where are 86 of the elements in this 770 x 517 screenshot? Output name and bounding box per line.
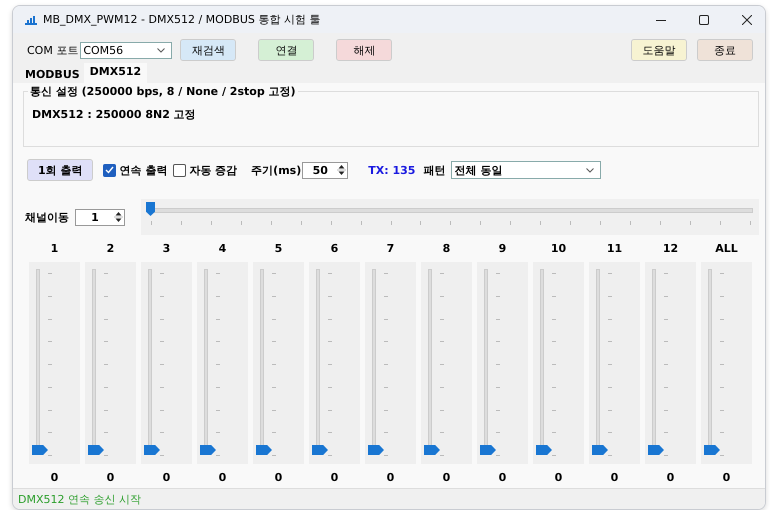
- checkbox-label: 자동 증감: [189, 162, 238, 178]
- slider-thumb[interactable]: [704, 445, 720, 455]
- slider-thumb[interactable]: [32, 445, 48, 455]
- channel-value: 0: [218, 471, 226, 485]
- channel-move-label: 채널이동: [25, 210, 69, 224]
- channel-label: 8: [442, 242, 450, 256]
- channel-label: 4: [218, 242, 226, 256]
- slider[interactable]: [141, 262, 192, 464]
- channel-label: 6: [330, 242, 338, 256]
- toolbar-button[interactable]: 재검색: [180, 39, 236, 61]
- send-once-button[interactable]: 1회 출력: [27, 159, 94, 181]
- slider-thumb[interactable]: [424, 445, 440, 455]
- channel-value: 0: [610, 471, 618, 485]
- period-spinner[interactable]: 50: [302, 162, 348, 178]
- slider-thumb[interactable]: [312, 445, 328, 455]
- slider-thumb[interactable]: [592, 445, 608, 455]
- channel-label: 5: [274, 242, 282, 256]
- channel-value: 0: [330, 471, 338, 485]
- channel-spinner[interactable]: 1: [75, 208, 125, 226]
- slider[interactable]: [701, 262, 752, 464]
- slider-thumb[interactable]: [648, 445, 664, 455]
- channel-value: 0: [666, 471, 674, 485]
- channel-value: 0: [442, 471, 450, 485]
- toolbar-button[interactable]: 도움말: [631, 39, 687, 61]
- slider-thumb[interactable]: [536, 445, 552, 455]
- channel-value: 0: [386, 471, 394, 485]
- pattern-dropdown[interactable]: 전체 동일: [451, 161, 602, 179]
- slider-thumb[interactable]: [88, 445, 104, 455]
- spin-arrows-icon[interactable]: [337, 163, 346, 177]
- channel-label: 12: [662, 242, 678, 256]
- slider[interactable]: [141, 199, 759, 235]
- checkbox-label: 연속 출력: [119, 162, 168, 178]
- slider-thumb[interactable]: [144, 445, 160, 455]
- slider[interactable]: [253, 262, 304, 464]
- slider[interactable]: [477, 262, 528, 464]
- channel-value: 0: [554, 471, 562, 485]
- channel-value: 0: [722, 471, 730, 485]
- toolbar-button[interactable]: 해제: [336, 39, 392, 61]
- channel-label: 1: [50, 242, 58, 256]
- tab[interactable]: MODBUS: [21, 67, 84, 83]
- slider[interactable]: [309, 262, 360, 464]
- checkbox[interactable]: [103, 164, 116, 176]
- channel-label: 2: [106, 242, 114, 256]
- status-text: DMX512 연속 송신 시작: [18, 492, 141, 506]
- slider[interactable]: [29, 262, 80, 464]
- channel-label: 10: [550, 242, 566, 256]
- period-label: 주기(ms): [251, 162, 302, 178]
- slider[interactable]: [365, 262, 416, 464]
- port-dropdown[interactable]: COM56: [80, 42, 172, 58]
- channel-label: 7: [386, 242, 394, 256]
- slider-thumb[interactable]: [200, 445, 216, 455]
- slider[interactable]: [197, 262, 248, 464]
- bar-chart-icon: [25, 14, 37, 24]
- close-icon[interactable]: [742, 14, 752, 24]
- toolbar-button[interactable]: 종료: [697, 39, 753, 61]
- channel-label: ALL: [715, 242, 738, 256]
- chevron-down-icon: [157, 48, 166, 52]
- channel-value: 0: [50, 471, 58, 485]
- slider-thumb[interactable]: [480, 445, 496, 455]
- pattern-label: 패턴: [423, 162, 446, 178]
- channel-value: 0: [498, 471, 506, 485]
- slider-thumb[interactable]: [256, 445, 272, 455]
- channel-label: 11: [606, 242, 622, 256]
- slider[interactable]: [645, 262, 696, 464]
- maximize-icon[interactable]: [699, 14, 709, 24]
- toolbar-button[interactable]: 연결: [258, 39, 314, 61]
- slider[interactable]: [589, 262, 640, 464]
- spin-arrows-icon[interactable]: [114, 210, 123, 224]
- channel-value: 0: [106, 471, 114, 485]
- window-title: MB_DMX_PWM12 - DMX512 / MODBUS 통합 시험 툴: [43, 12, 320, 27]
- channel-value: 0: [162, 471, 170, 485]
- channel-label: 3: [162, 242, 170, 256]
- port-label: COM 포트: [27, 42, 78, 58]
- settings-text: DMX512 : 250000 8N2 고정: [32, 106, 196, 122]
- slider[interactable]: [533, 262, 584, 464]
- channel-label: 9: [498, 242, 506, 256]
- slider[interactable]: [85, 262, 136, 464]
- tx-count: TX: 135: [368, 164, 416, 176]
- tab[interactable]: DMX512: [84, 63, 148, 83]
- chevron-down-icon: [586, 168, 594, 172]
- checkbox[interactable]: [173, 164, 186, 176]
- group-title: 통신 설정 (250000 bps, 8 / None / 2stop 고정): [28, 84, 298, 99]
- slider-thumb[interactable]: [146, 202, 155, 216]
- channel-value: 0: [274, 471, 282, 485]
- slider-thumb[interactable]: [368, 445, 384, 455]
- slider[interactable]: [421, 262, 472, 464]
